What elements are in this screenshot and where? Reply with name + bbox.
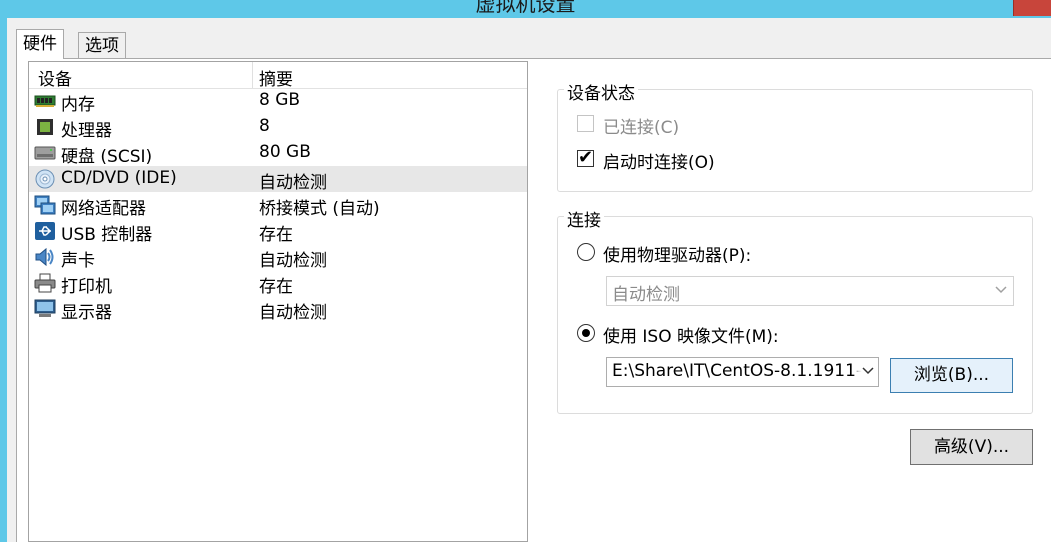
device-name: 打印机 — [61, 277, 112, 297]
physical-drive-select[interactable]: 自动检测 — [606, 276, 1014, 306]
device-row-cd-dvd[interactable]: CD/DVD (IDE) 自动检测 — [29, 166, 527, 193]
device-row-processor[interactable]: 处理器 8 — [29, 114, 527, 141]
printer-icon — [34, 273, 56, 293]
device-summary: 自动检测 — [259, 251, 327, 271]
window-title: 虚拟机设置 — [475, 0, 576, 16]
device-row-display[interactable]: 显示器 自动检测 — [29, 296, 527, 323]
device-name: USB 控制器 — [61, 225, 153, 245]
memory-icon — [34, 95, 56, 107]
device-name: 处理器 — [61, 121, 112, 141]
device-name: CD/DVD (IDE) — [61, 168, 177, 188]
connected-checkbox[interactable] — [577, 115, 594, 132]
device-name: 显示器 — [61, 303, 112, 323]
device-list[interactable]: 设备 摘要 内存 8 GB 处理器 8 硬盘 (SCSI) 80 GB CD/D… — [28, 61, 528, 542]
browse-button-label: 浏览(B)... — [913, 365, 990, 385]
physical-drive-radio[interactable] — [577, 243, 595, 261]
device-name: 声卡 — [61, 251, 95, 271]
advanced-button[interactable]: 高级(V)... — [910, 429, 1033, 465]
connect-at-power-on-checkbox[interactable]: ✔ — [577, 147, 594, 168]
iso-path-combo[interactable]: E:\Share\IT\CentOS-8.1.1911- — [606, 357, 879, 387]
device-list-header: 设备 摘要 — [29, 62, 527, 90]
chevron-down-icon — [862, 367, 874, 375]
sound-card-icon — [35, 247, 54, 267]
physical-drive-label: 使用物理驱动器(P): — [603, 246, 752, 266]
connection-title: 连接 — [564, 206, 604, 231]
device-row-printer[interactable]: 打印机 存在 — [29, 270, 527, 297]
device-summary: 自动检测 — [259, 173, 327, 193]
device-summary: 8 GB — [259, 90, 301, 110]
processor-icon — [37, 119, 53, 135]
device-name: 硬盘 (SCSI) — [61, 147, 153, 167]
title-bar: 虚拟机设置 — [0, 0, 1051, 18]
device-row-sound-card[interactable]: 声卡 自动检测 — [29, 244, 527, 271]
column-device[interactable]: 设备 — [38, 65, 72, 90]
advanced-button-label: 高级(V)... — [933, 437, 1010, 457]
display-icon — [34, 299, 56, 317]
connect-at-power-on-label: 启动时连接(O) — [603, 153, 715, 173]
device-summary: 自动检测 — [259, 303, 327, 323]
device-summary: 桥接模式 (自动) — [259, 199, 380, 219]
close-button[interactable] — [1013, 0, 1051, 16]
column-summary[interactable]: 摘要 — [259, 65, 293, 90]
chevron-down-icon — [995, 286, 1007, 294]
connected-label: 已连接(C) — [603, 118, 680, 138]
iso-path-value: E:\Share\IT\CentOS-8.1.1911- — [612, 361, 863, 381]
device-row-hard-disk[interactable]: 硬盘 (SCSI) 80 GB — [29, 140, 527, 167]
usb-icon — [35, 222, 55, 240]
tab-options[interactable]: 选项 — [78, 32, 126, 58]
physical-drive-value: 自动检测 — [612, 285, 680, 305]
network-adapter-icon — [34, 195, 56, 215]
column-separator[interactable] — [252, 62, 253, 88]
iso-image-radio[interactable] — [577, 324, 595, 342]
iso-image-label: 使用 ISO 映像文件(M): — [603, 327, 779, 347]
device-name: 内存 — [61, 95, 95, 115]
tab-hardware[interactable]: 硬件 — [16, 29, 64, 59]
browse-button[interactable]: 浏览(B)... — [890, 358, 1013, 393]
cd-dvd-icon — [35, 169, 55, 189]
device-summary: 8 — [259, 116, 270, 136]
checkmark-icon: ✔ — [578, 147, 594, 168]
device-row-network-adapter[interactable]: 网络适配器 桥接模式 (自动) — [29, 192, 527, 219]
device-name: 网络适配器 — [61, 199, 146, 219]
device-row-usb-controller[interactable]: USB 控制器 存在 — [29, 218, 527, 245]
device-summary: 存在 — [259, 225, 293, 245]
device-summary: 80 GB — [259, 142, 311, 162]
hard-disk-icon — [34, 146, 56, 160]
device-status-title: 设备状态 — [564, 79, 638, 104]
radio-dot-icon — [582, 329, 590, 337]
device-status-group — [557, 89, 1033, 192]
device-summary: 存在 — [259, 277, 293, 297]
device-row-memory[interactable]: 内存 8 GB — [29, 88, 527, 115]
